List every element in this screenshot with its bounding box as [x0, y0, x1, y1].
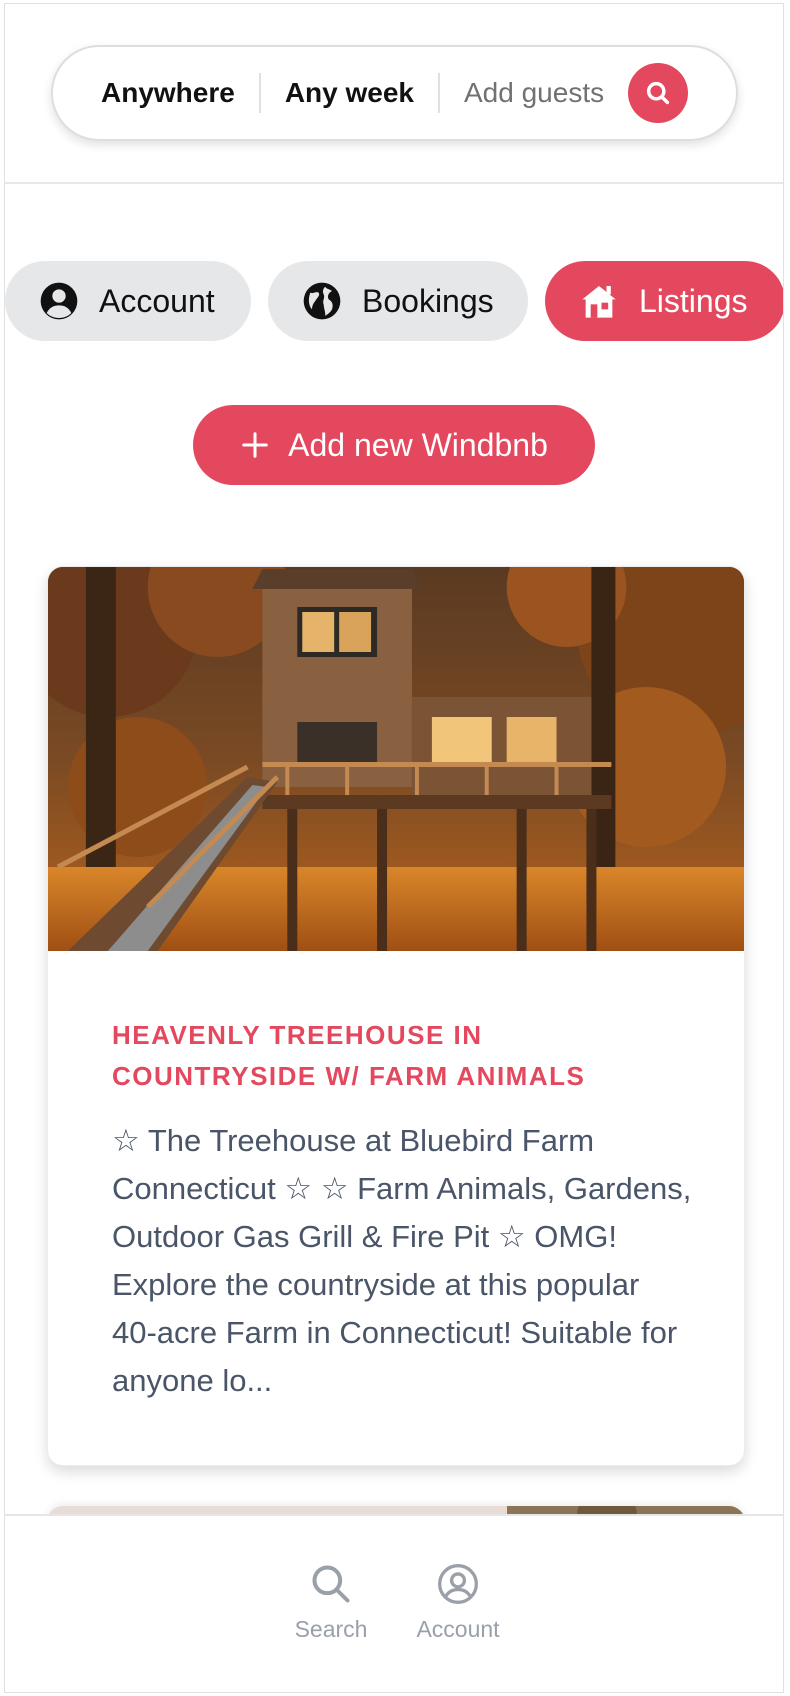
- listing-details: HEAVENLY TREEHOUSE IN COUNTRYSIDE W/ FAR…: [112, 1015, 692, 1405]
- tab-label: Bookings: [362, 282, 494, 319]
- listing-title[interactable]: HEAVENLY TREEHOUSE IN COUNTRYSIDE W/ FAR…: [112, 1015, 692, 1097]
- search-button[interactable]: [628, 63, 688, 123]
- guests-filter[interactable]: Add guests: [440, 77, 628, 109]
- date-filter[interactable]: Any week: [261, 77, 438, 109]
- tab-label: Listings: [639, 282, 748, 319]
- tab-account[interactable]: Account: [5, 261, 251, 341]
- nav-search-label: Search: [294, 1616, 368, 1642]
- nav-account-label: Account: [416, 1616, 500, 1642]
- listing-description: ☆ The Treehouse at Bluebird Farm Connect…: [112, 1123, 692, 1398]
- nav-search[interactable]: Search: [276, 1562, 386, 1643]
- user-circle-icon: [438, 1564, 478, 1604]
- add-listing-button[interactable]: Add new Windbnb: [193, 405, 595, 485]
- bottom-nav: Search Account: [5, 1514, 783, 1692]
- plus-icon: [242, 432, 268, 458]
- home-icon: [579, 281, 619, 321]
- listing-photo: [48, 567, 744, 951]
- header: Anywhere Any week Add guests: [5, 4, 783, 184]
- profile-tabs: Account Bookings Listings: [5, 261, 783, 341]
- user-circle-icon: [39, 281, 79, 321]
- search-icon: [312, 1565, 350, 1603]
- globe-icon: [302, 281, 342, 321]
- listing-card[interactable]: HEAVENLY TREEHOUSE IN COUNTRYSIDE W/ FAR…: [47, 566, 745, 1466]
- tab-listings[interactable]: Listings: [545, 261, 783, 341]
- location-filter[interactable]: Anywhere: [53, 77, 259, 109]
- nav-account[interactable]: Account: [403, 1562, 513, 1643]
- tab-bookings[interactable]: Bookings: [268, 261, 528, 341]
- app-frame: Anywhere Any week Add guests Account Boo…: [4, 3, 784, 1693]
- search-bar[interactable]: Anywhere Any week Add guests: [51, 45, 738, 141]
- search-icon: [646, 81, 670, 105]
- tab-label: Account: [99, 282, 215, 319]
- add-listing-label: Add new Windbnb: [288, 426, 548, 463]
